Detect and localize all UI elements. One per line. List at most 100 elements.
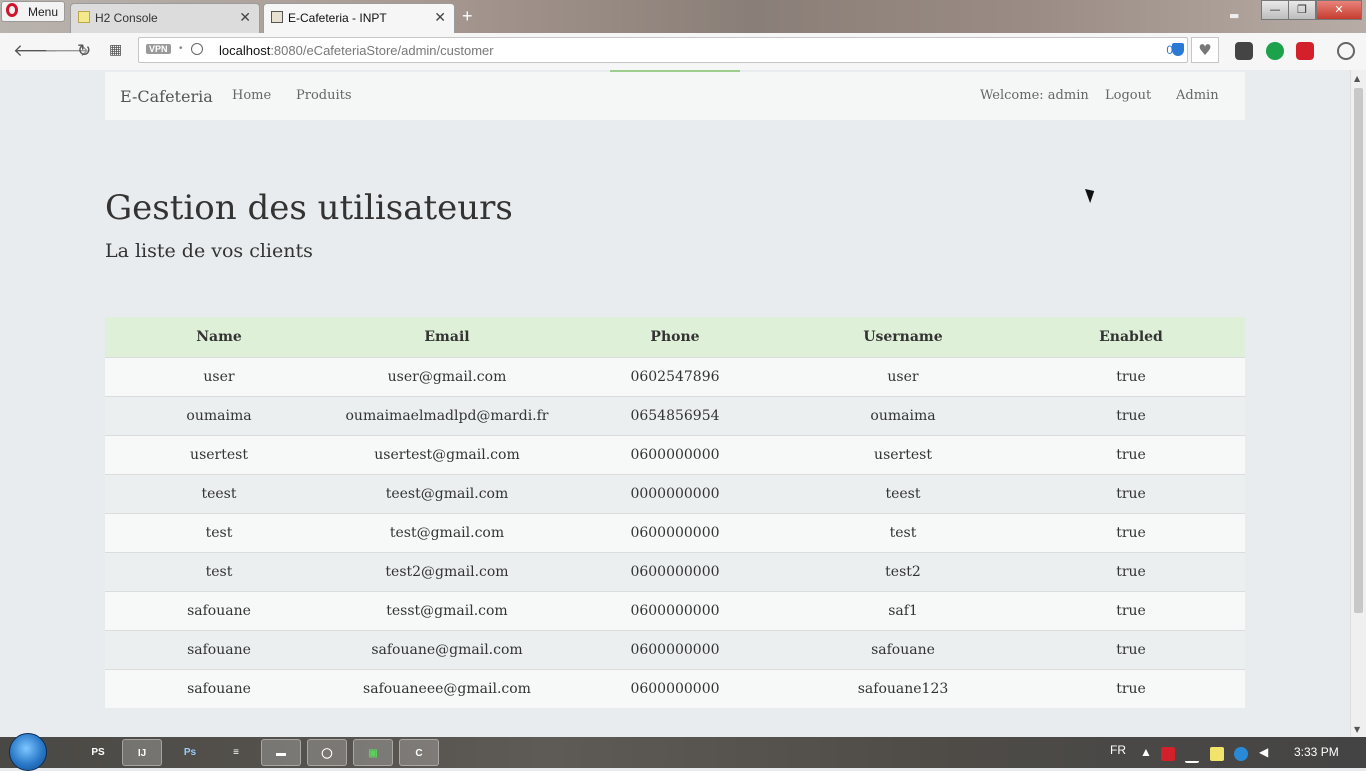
cell-email: test@gmail.com (333, 513, 561, 553)
customers-table-body: user user@gmail.com 0602547896 user true ouma… (105, 357, 1245, 708)
nav-home-link[interactable]: Home (232, 88, 271, 103)
tab-title: H2 Console (95, 11, 158, 25)
cell-enabled: true (1017, 630, 1245, 670)
url-field[interactable]: VPN • localhost:8080/eCafeteriaStore/adm… (138, 37, 1188, 63)
taskbar-explorer-icon[interactable]: ▬ (261, 739, 301, 766)
table-row: test test2@gmail.com 0600000000 test2 true (105, 552, 1245, 592)
taskbar-photoshop[interactable]: Ps (170, 739, 210, 766)
cell-enabled: true (1017, 357, 1245, 397)
h2-favicon-icon (78, 11, 90, 23)
taskbar-phpstorm[interactable]: PS (78, 739, 118, 766)
column-header-name: Name (105, 317, 333, 358)
reload-icon[interactable]: ↻ (77, 41, 91, 61)
scrollbar-thumb[interactable] (1354, 88, 1363, 613)
cell-username: oumaima (789, 396, 1017, 436)
column-header-email: Email (333, 317, 561, 358)
page-viewport: E-Cafeteria Home Produits Welcome: admin… (0, 70, 1350, 737)
table-row: test test@gmail.com 0600000000 test true (105, 513, 1245, 553)
scroll-down-icon[interactable]: ▼ (1354, 725, 1360, 734)
cell-enabled: true (1017, 435, 1245, 475)
admin-link[interactable]: Admin (1176, 88, 1219, 103)
cell-name: safouane (105, 591, 333, 631)
tab-h2-console[interactable]: H2 Console ✕ (70, 3, 260, 33)
volume-icon[interactable]: ◀ (1259, 745, 1268, 759)
maximize-button[interactable]: ❐ (1288, 0, 1316, 20)
cell-phone: 0600000000 (561, 591, 789, 631)
cell-name: test (105, 552, 333, 592)
lock-extension-icon[interactable] (1266, 42, 1284, 60)
taskbar-intellij[interactable]: IJ (122, 739, 162, 766)
cell-phone: 0600000000 (561, 552, 789, 592)
minimize-button[interactable]: — (1261, 0, 1289, 20)
cell-email: user@gmail.com (333, 357, 561, 397)
download-icon[interactable] (1337, 42, 1355, 60)
table-row: usertest usertest@gmail.com 0600000000 user… (105, 435, 1245, 475)
cell-enabled: true (1017, 474, 1245, 514)
taskbar-c-app[interactable]: C (399, 739, 439, 766)
vpn-badge[interactable]: VPN (146, 44, 171, 54)
cell-phone: 0600000000 (561, 513, 789, 553)
cell-phone: 0600000000 (561, 630, 789, 670)
cell-username: test (789, 513, 1017, 553)
cell-email: tesst@gmail.com (333, 591, 561, 631)
opera-logo-icon (6, 3, 18, 17)
cell-username: test2 (789, 552, 1017, 592)
taskbar-app-icon[interactable]: ≡ (216, 739, 256, 766)
opera-menu-button[interactable]: Menu (1, 1, 65, 22)
speed-dial-grid-icon[interactable]: ▦ (109, 42, 122, 58)
table-row: safouane safouane@gmail.com 0600000000 safo… (105, 630, 1245, 670)
language-indicator[interactable]: FR (1110, 743, 1126, 757)
site-info-icon[interactable] (191, 43, 203, 55)
ad-block-shield-icon[interactable] (1172, 43, 1184, 56)
cell-name: oumaima (105, 396, 333, 436)
cell-enabled: true (1017, 396, 1245, 436)
tab-e-cafeteria[interactable]: E-Cafeteria - INPT ✕ (263, 3, 455, 33)
table-row: user user@gmail.com 0602547896 user true (105, 357, 1245, 397)
close-tab-icon[interactable]: ✕ (434, 9, 446, 26)
cell-enabled: true (1017, 552, 1245, 592)
tab-menu-icon[interactable]: ▬ (1229, 9, 1239, 22)
show-hidden-icons-icon[interactable]: ▲ (1140, 745, 1152, 759)
start-orb-icon[interactable] (9, 733, 47, 771)
avira-tray-icon[interactable] (1161, 747, 1175, 761)
scroll-up-icon[interactable]: ▲ (1354, 74, 1360, 83)
cell-name: teest (105, 474, 333, 514)
heart-icon[interactable]: ♥ (1191, 37, 1219, 63)
column-header-enabled: Enabled (1017, 317, 1245, 358)
close-tab-icon[interactable]: ✕ (239, 9, 251, 26)
logout-link[interactable]: Logout (1105, 88, 1151, 103)
cell-phone: 0600000000 (561, 669, 789, 708)
avira-icon[interactable] (1296, 42, 1314, 60)
cell-username: teest (789, 474, 1017, 514)
clock-time[interactable]: 3:33 PM (1294, 745, 1339, 759)
welcome-text: Welcome: admin (980, 88, 1089, 103)
site-navbar: E-Cafeteria Home Produits Welcome: admin… (105, 72, 1245, 120)
url-text[interactable]: localhost:8080/eCafeteriaStore/admin/cus… (219, 43, 494, 58)
tab-title: E-Cafeteria - INPT (288, 11, 387, 25)
cell-name: safouane (105, 669, 333, 708)
cell-name: safouane (105, 630, 333, 670)
page-subtitle: La liste de vos clients (105, 240, 313, 262)
cell-email: usertest@gmail.com (333, 435, 561, 475)
cell-username: usertest (789, 435, 1017, 475)
nav-produits-link[interactable]: Produits (296, 88, 352, 103)
sync-tray-icon[interactable] (1234, 747, 1248, 761)
table-row: safouane tesst@gmail.com 0600000000 saf1 tru… (105, 591, 1245, 631)
notes-tray-icon[interactable] (1210, 747, 1224, 761)
url-path: :8080/eCafeteriaStore/admin/customer (270, 43, 494, 58)
new-tab-button[interactable]: + (462, 6, 473, 27)
taskbar-opera-icon[interactable]: ◯ (307, 739, 347, 766)
windows-taskbar: PS IJ Ps ≡ ▬ ◯ ▣ C FR ▲ ◀ 3:33 PM (0, 733, 1366, 771)
taskbar-camtasia-icon[interactable]: ▣ (353, 739, 393, 766)
table-header-row: Name Email Phone Username Enabled (105, 317, 1245, 358)
network-signal-icon[interactable] (1185, 747, 1199, 763)
cell-username: safouane (789, 630, 1017, 670)
column-header-username: Username (789, 317, 1017, 358)
cell-username: user (789, 357, 1017, 397)
brand-link[interactable]: E-Cafeteria (120, 87, 213, 106)
dot-separator-icon: • (179, 43, 183, 54)
page-scrollbar[interactable]: ▲ ▼ (1350, 70, 1366, 737)
pocket-icon[interactable] (1235, 42, 1253, 60)
close-window-button[interactable]: ✕ (1316, 0, 1362, 20)
cell-username: safouane123 (789, 669, 1017, 708)
